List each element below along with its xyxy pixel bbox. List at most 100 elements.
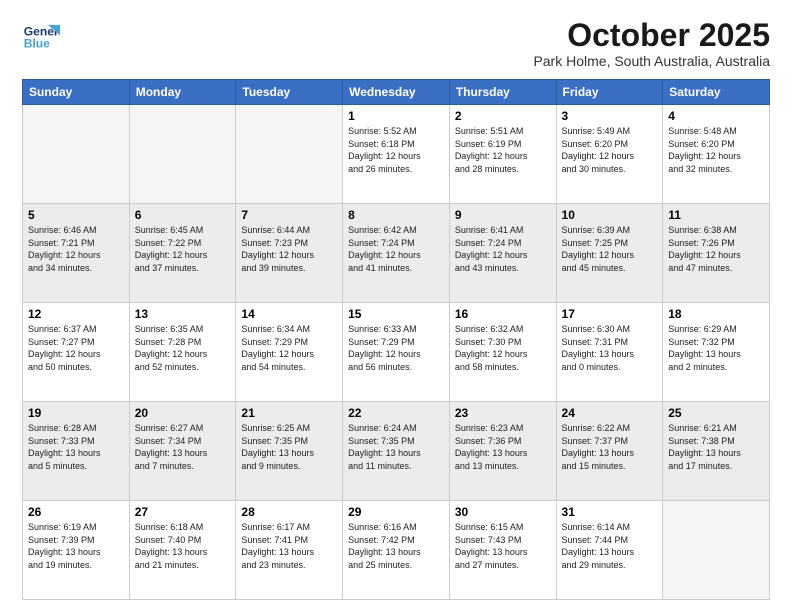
day-info: Sunrise: 6:27 AM Sunset: 7:34 PM Dayligh…	[135, 422, 231, 472]
day-info: Sunrise: 6:18 AM Sunset: 7:40 PM Dayligh…	[135, 521, 231, 571]
col-thursday: Thursday	[449, 80, 556, 105]
day-info: Sunrise: 5:52 AM Sunset: 6:18 PM Dayligh…	[348, 125, 444, 175]
day-info: Sunrise: 6:22 AM Sunset: 7:37 PM Dayligh…	[562, 422, 658, 472]
table-row: 15 Sunrise: 6:33 AM Sunset: 7:29 PM Dayli…	[343, 303, 450, 402]
col-monday: Monday	[129, 80, 236, 105]
table-row: 23 Sunrise: 6:23 AM Sunset: 7:36 PM Dayli…	[449, 402, 556, 501]
day-number: 27	[135, 505, 231, 519]
calendar-week-row: 26 Sunrise: 6:19 AM Sunset: 7:39 PM Dayli…	[23, 501, 770, 600]
table-row: 12Sunrise: 6:37 AM Sunset: 7:27 PM Dayli…	[23, 303, 130, 402]
day-info: Sunrise: 6:14 AM Sunset: 7:44 PM Dayligh…	[562, 521, 658, 571]
table-row: 10 Sunrise: 6:39 AM Sunset: 7:25 PM Dayli…	[556, 204, 663, 303]
day-number: 4	[668, 109, 764, 123]
table-row: 26 Sunrise: 6:19 AM Sunset: 7:39 PM Dayli…	[23, 501, 130, 600]
day-number: 10	[562, 208, 658, 222]
day-number: 28	[241, 505, 337, 519]
day-number: 7	[241, 208, 337, 222]
table-row	[663, 501, 770, 600]
day-number: 25	[668, 406, 764, 420]
logo-icon: General Blue	[22, 18, 60, 56]
table-row: 9Sunrise: 6:41 AM Sunset: 7:24 PM Daylig…	[449, 204, 556, 303]
day-info: Sunrise: 6:32 AM Sunset: 7:30 PM Dayligh…	[455, 323, 551, 373]
day-number: 11	[668, 208, 764, 222]
col-tuesday: Tuesday	[236, 80, 343, 105]
calendar-header-row: Sunday Monday Tuesday Wednesday Thursday…	[23, 80, 770, 105]
day-number: 14	[241, 307, 337, 321]
calendar-table: Sunday Monday Tuesday Wednesday Thursday…	[22, 79, 770, 600]
day-number: 22	[348, 406, 444, 420]
table-row: 21 Sunrise: 6:25 AM Sunset: 7:35 PM Dayli…	[236, 402, 343, 501]
day-info: Sunrise: 6:24 AM Sunset: 7:35 PM Dayligh…	[348, 422, 444, 472]
day-info: Sunrise: 6:19 AM Sunset: 7:39 PM Dayligh…	[28, 521, 124, 571]
day-info: Sunrise: 5:51 AM Sunset: 6:19 PM Dayligh…	[455, 125, 551, 175]
day-number: 1	[348, 109, 444, 123]
day-info: Sunrise: 5:48 AM Sunset: 6:20 PM Dayligh…	[668, 125, 764, 175]
table-row: 20 Sunrise: 6:27 AM Sunset: 7:34 PM Dayli…	[129, 402, 236, 501]
page: General Blue October 2025 Park Holme, So…	[0, 0, 792, 612]
day-info: Sunrise: 6:16 AM Sunset: 7:42 PM Dayligh…	[348, 521, 444, 571]
day-number: 3	[562, 109, 658, 123]
day-number: 26	[28, 505, 124, 519]
day-info: Sunrise: 6:39 AM Sunset: 7:25 PM Dayligh…	[562, 224, 658, 274]
table-row: 16 Sunrise: 6:32 AM Sunset: 7:30 PM Dayli…	[449, 303, 556, 402]
table-row: 1 Sunrise: 5:52 AM Sunset: 6:18 PM Daylig…	[343, 105, 450, 204]
day-number: 16	[455, 307, 551, 321]
day-info: Sunrise: 6:38 AM Sunset: 7:26 PM Dayligh…	[668, 224, 764, 274]
day-info: Sunrise: 6:46 AM Sunset: 7:21 PM Dayligh…	[28, 224, 124, 274]
table-row: 14Sunrise: 6:34 AM Sunset: 7:29 PM Dayli…	[236, 303, 343, 402]
day-info: Sunrise: 6:37 AM Sunset: 7:27 PM Dayligh…	[28, 323, 124, 373]
table-row: 7Sunrise: 6:44 AM Sunset: 7:23 PM Daylig…	[236, 204, 343, 303]
day-info: Sunrise: 6:23 AM Sunset: 7:36 PM Dayligh…	[455, 422, 551, 472]
day-info: Sunrise: 5:49 AM Sunset: 6:20 PM Dayligh…	[562, 125, 658, 175]
table-row: 2 Sunrise: 5:51 AM Sunset: 6:19 PM Daylig…	[449, 105, 556, 204]
col-wednesday: Wednesday	[343, 80, 450, 105]
calendar-week-row: 5 Sunrise: 6:46 AM Sunset: 7:21 PM Daylig…	[23, 204, 770, 303]
logo: General Blue	[22, 18, 60, 56]
table-row	[129, 105, 236, 204]
day-number: 30	[455, 505, 551, 519]
day-info: Sunrise: 6:29 AM Sunset: 7:32 PM Dayligh…	[668, 323, 764, 373]
table-row: 22 Sunrise: 6:24 AM Sunset: 7:35 PM Dayli…	[343, 402, 450, 501]
day-number: 29	[348, 505, 444, 519]
day-number: 19	[28, 406, 124, 420]
calendar-week-row: 1 Sunrise: 5:52 AM Sunset: 6:18 PM Daylig…	[23, 105, 770, 204]
table-row: 18Sunrise: 6:29 AM Sunset: 7:32 PM Dayli…	[663, 303, 770, 402]
table-row: 30Sunrise: 6:15 AM Sunset: 7:43 PM Dayli…	[449, 501, 556, 600]
table-row: 13Sunrise: 6:35 AM Sunset: 7:28 PM Dayli…	[129, 303, 236, 402]
day-number: 21	[241, 406, 337, 420]
day-number: 20	[135, 406, 231, 420]
day-info: Sunrise: 6:25 AM Sunset: 7:35 PM Dayligh…	[241, 422, 337, 472]
table-row: 17 Sunrise: 6:30 AM Sunset: 7:31 PM Dayli…	[556, 303, 663, 402]
table-row: 27 Sunrise: 6:18 AM Sunset: 7:40 PM Dayli…	[129, 501, 236, 600]
day-number: 17	[562, 307, 658, 321]
table-row: 4 Sunrise: 5:48 AM Sunset: 6:20 PM Daylig…	[663, 105, 770, 204]
table-row: 28 Sunrise: 6:17 AM Sunset: 7:41 PM Dayli…	[236, 501, 343, 600]
day-number: 6	[135, 208, 231, 222]
day-info: Sunrise: 6:33 AM Sunset: 7:29 PM Dayligh…	[348, 323, 444, 373]
day-info: Sunrise: 6:42 AM Sunset: 7:24 PM Dayligh…	[348, 224, 444, 274]
day-info: Sunrise: 6:17 AM Sunset: 7:41 PM Dayligh…	[241, 521, 337, 571]
title-block: October 2025 Park Holme, South Australia…	[533, 18, 770, 69]
table-row: 11 Sunrise: 6:38 AM Sunset: 7:26 PM Dayli…	[663, 204, 770, 303]
table-row: 29 Sunrise: 6:16 AM Sunset: 7:42 PM Dayli…	[343, 501, 450, 600]
day-number: 13	[135, 307, 231, 321]
svg-text:Blue: Blue	[24, 36, 50, 50]
col-friday: Friday	[556, 80, 663, 105]
day-info: Sunrise: 6:21 AM Sunset: 7:38 PM Dayligh…	[668, 422, 764, 472]
table-row	[23, 105, 130, 204]
day-number: 31	[562, 505, 658, 519]
day-number: 2	[455, 109, 551, 123]
table-row: 25 Sunrise: 6:21 AM Sunset: 7:38 PM Dayli…	[663, 402, 770, 501]
table-row: 5 Sunrise: 6:46 AM Sunset: 7:21 PM Daylig…	[23, 204, 130, 303]
month-title: October 2025	[533, 18, 770, 53]
col-sunday: Sunday	[23, 80, 130, 105]
day-info: Sunrise: 6:30 AM Sunset: 7:31 PM Dayligh…	[562, 323, 658, 373]
day-info: Sunrise: 6:41 AM Sunset: 7:24 PM Dayligh…	[455, 224, 551, 274]
header: General Blue October 2025 Park Holme, So…	[22, 18, 770, 69]
day-number: 24	[562, 406, 658, 420]
day-number: 15	[348, 307, 444, 321]
table-row: 24 Sunrise: 6:22 AM Sunset: 7:37 PM Dayli…	[556, 402, 663, 501]
day-number: 23	[455, 406, 551, 420]
day-number: 5	[28, 208, 124, 222]
day-number: 8	[348, 208, 444, 222]
